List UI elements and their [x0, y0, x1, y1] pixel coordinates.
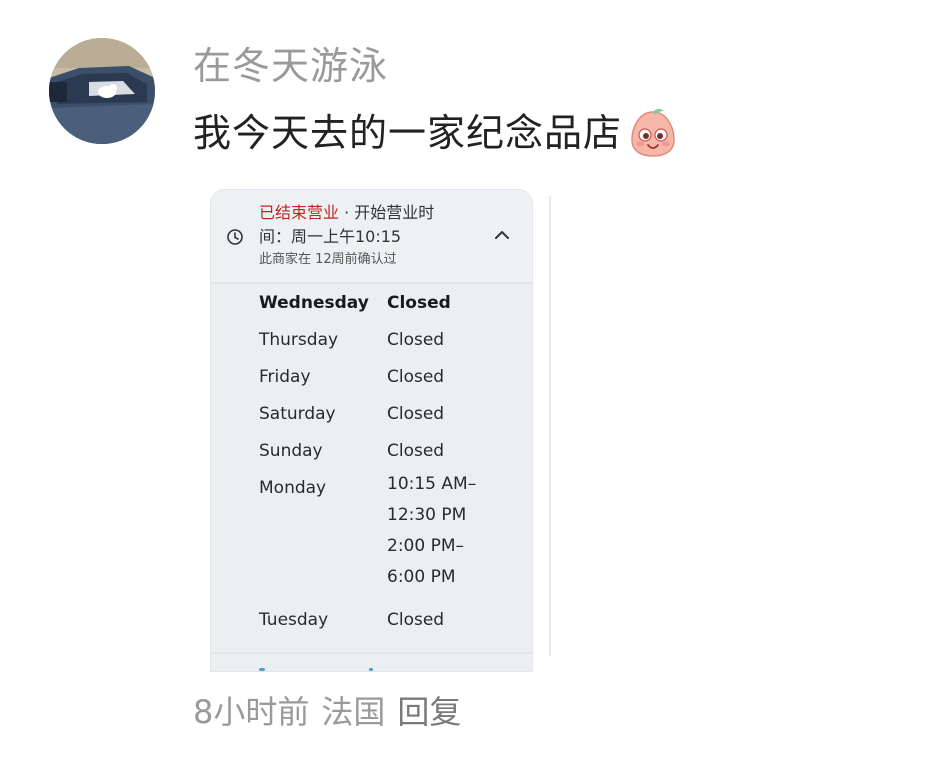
chevron-up-icon[interactable] [493, 228, 511, 242]
verified-note: 此商家在 12周前确认过 [259, 252, 397, 267]
status-open-prefix: 开始营业时 [354, 203, 435, 222]
avatar-image [49, 38, 155, 144]
hours-header[interactable]: 已结束营业 · 开始营业时 间：周一上午10:15 此商家在 12周前确认过 [211, 190, 532, 284]
hours-row: Saturday Closed [211, 395, 532, 432]
hours-day: Sunday [259, 441, 323, 461]
hours-day: Thursday [259, 330, 339, 350]
hours-value: Closed [387, 610, 445, 630]
hours-row: Wednesday Closed [211, 284, 532, 321]
hours-day: Friday [259, 367, 311, 387]
hours-range-line: 2:00 PM– [387, 536, 464, 556]
hours-day: Tuesday [259, 610, 329, 630]
smiling-face-emoji-icon [626, 106, 680, 160]
card-shadow-edge [549, 196, 551, 656]
username[interactable]: 在冬天游泳 [193, 42, 388, 90]
cropped-icon-fragment [369, 668, 373, 671]
status-line: 已结束营业 · 开始营业时 [259, 201, 434, 225]
shop-hours-screenshot[interactable]: 已结束营业 · 开始营业时 间：周一上午10:15 此商家在 12周前确认过 W… [211, 190, 532, 671]
hours-range-line: 10:15 AM– [387, 474, 477, 494]
hours-list: Wednesday Closed Thursday Closed Friday … [211, 284, 532, 638]
status-separator: · [339, 203, 355, 222]
divider [211, 652, 532, 654]
status-closed-label: 已结束营业 [259, 203, 340, 222]
status-open-time: 间：周一上午10:15 [259, 227, 402, 246]
hours-value: Closed [387, 330, 445, 350]
comment-time: 8小时前 [193, 693, 310, 731]
hours-row: Thursday Closed [211, 321, 532, 358]
hours-range-line: 6:00 PM [387, 567, 456, 587]
cropped-icon-fragment [259, 668, 265, 671]
hours-range-line: 12:30 PM [387, 505, 467, 525]
hours-row: Monday 10:15 AM– 12:30 PM 2:00 PM– 6:00 … [211, 469, 532, 601]
comment-location: 法国 [321, 693, 386, 731]
hours-row: Tuesday Closed [211, 601, 532, 638]
hours-row: Friday Closed [211, 358, 532, 395]
hours-row: Sunday Closed [211, 432, 532, 469]
hours-value: Closed [387, 293, 451, 313]
reply-button[interactable]: 回复 [397, 690, 461, 734]
hours-value: Closed [387, 404, 445, 424]
hours-value: 10:15 AM– 12:30 PM 2:00 PM– 6:00 PM [387, 469, 476, 593]
hours-value: Closed [387, 367, 445, 387]
comment-item: 在冬天游泳 我今天去的一家纪念品店 已结束营业 · 开始营业时 间：周一上午10… [0, 0, 938, 767]
avatar[interactable] [49, 38, 155, 144]
comment-meta: 8小时前 法国 回复 [193, 690, 461, 734]
comment-text-container: 我今天去的一家纪念品店 [193, 106, 680, 160]
hours-day: Monday [259, 478, 327, 498]
hours-day: Wednesday [259, 293, 369, 313]
comment-text: 我今天去的一家纪念品店 [193, 111, 623, 155]
hours-day: Saturday [259, 404, 336, 424]
clock-icon [227, 229, 243, 245]
hours-value: Closed [387, 441, 445, 461]
